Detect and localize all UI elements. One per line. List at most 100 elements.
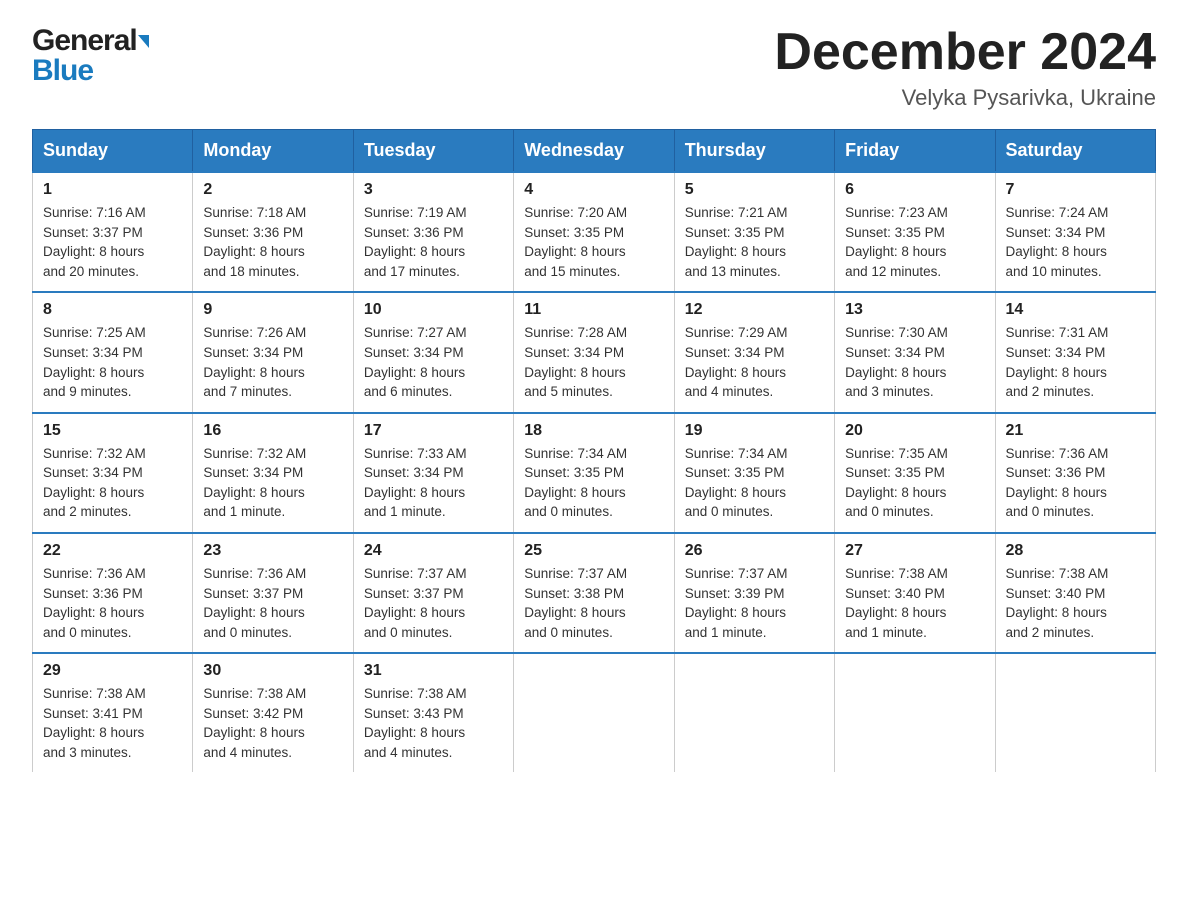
day-info-13: Sunrise: 7:30 AM Sunset: 3:34 PM Dayligh… [845,323,984,401]
day-cell-9: 9Sunrise: 7:26 AM Sunset: 3:34 PM Daylig… [193,292,353,412]
week-row-5: 29Sunrise: 7:38 AM Sunset: 3:41 PM Dayli… [33,653,1156,772]
page-header: General Blue December 2024 Velyka Pysari… [32,24,1156,111]
logo: General Blue [32,24,149,88]
day-info-30: Sunrise: 7:38 AM Sunset: 3:42 PM Dayligh… [203,684,342,762]
day-info-10: Sunrise: 7:27 AM Sunset: 3:34 PM Dayligh… [364,323,503,401]
day-cell-4: 4Sunrise: 7:20 AM Sunset: 3:35 PM Daylig… [514,172,674,292]
day-info-6: Sunrise: 7:23 AM Sunset: 3:35 PM Dayligh… [845,203,984,281]
header-sunday: Sunday [33,130,193,173]
day-info-15: Sunrise: 7:32 AM Sunset: 3:34 PM Dayligh… [43,444,182,522]
day-info-18: Sunrise: 7:34 AM Sunset: 3:35 PM Dayligh… [524,444,663,522]
day-cell-1: 1 Sunrise: 7:16 AM Sunset: 3:37 PM Daylig… [33,172,193,292]
logo-arrow-icon [138,35,149,48]
week-row-2: 8 Sunrise: 7:25 AM Sunset: 3:34 PM Daylig… [33,292,1156,412]
header-wednesday: Wednesday [514,130,674,173]
empty-cell-w5d5 [835,653,995,772]
day-cell-20: 20 Sunrise: 7:35 AM Sunset: 3:35 PM Dayli… [835,413,995,533]
day-number-13: 13 [845,301,984,319]
day-number-11: 11 [524,301,663,319]
day-cell-10: 10Sunrise: 7:27 AM Sunset: 3:34 PM Dayli… [353,292,513,412]
day-number-24: 24 [364,542,503,560]
day-info-22: Sunrise: 7:36 AM Sunset: 3:36 PM Dayligh… [43,564,182,642]
day-number-2: 2 [203,181,342,199]
day-number-27: 27 [845,542,984,560]
day-info-11: Sunrise: 7:28 AM Sunset: 3:34 PM Dayligh… [524,323,663,401]
day-number-1: 1 [43,181,182,199]
location: Velyka Pysarivka, Ukraine [774,85,1156,111]
day-info-16: Sunrise: 7:32 AM Sunset: 3:34 PM Dayligh… [203,444,342,522]
day-info-29: Sunrise: 7:38 AM Sunset: 3:41 PM Dayligh… [43,684,182,762]
day-info-28: Sunrise: 7:38 AM Sunset: 3:40 PM Dayligh… [1006,564,1145,642]
empty-cell-w5d3 [514,653,674,772]
week-row-1: 1 Sunrise: 7:16 AM Sunset: 3:37 PM Daylig… [33,172,1156,292]
day-number-28: 28 [1006,542,1145,560]
week-row-3: 15Sunrise: 7:32 AM Sunset: 3:34 PM Dayli… [33,413,1156,533]
day-info-2: Sunrise: 7:18 AM Sunset: 3:36 PM Dayligh… [203,203,342,281]
day-info-12: Sunrise: 7:29 AM Sunset: 3:34 PM Dayligh… [685,323,824,401]
day-cell-31: 31 Sunrise: 7:38 AM Sunset: 3:43 PM Dayli… [353,653,513,772]
day-number-3: 3 [364,181,503,199]
day-number-31: 31 [364,662,503,680]
day-info-1: Sunrise: 7:16 AM Sunset: 3:37 PM Dayligh… [43,203,182,281]
day-info-19: Sunrise: 7:34 AM Sunset: 3:35 PM Dayligh… [685,444,824,522]
day-info-8: Sunrise: 7:25 AM Sunset: 3:34 PM Dayligh… [43,323,182,401]
day-cell-30: 30 Sunrise: 7:38 AM Sunset: 3:42 PM Dayli… [193,653,353,772]
day-cell-16: 16Sunrise: 7:32 AM Sunset: 3:34 PM Dayli… [193,413,353,533]
header-saturday: Saturday [995,130,1155,173]
day-cell-7: 7 Sunrise: 7:24 AM Sunset: 3:34 PM Daylig… [995,172,1155,292]
day-number-18: 18 [524,422,663,440]
month-title: December 2024 [774,24,1156,81]
calendar-table: SundayMondayTuesdayWednesdayThursdayFrid… [32,129,1156,772]
day-info-27: Sunrise: 7:38 AM Sunset: 3:40 PM Dayligh… [845,564,984,642]
empty-cell-w5d6 [995,653,1155,772]
empty-cell-w5d4 [674,653,834,772]
day-cell-11: 11 Sunrise: 7:28 AM Sunset: 3:34 PM Dayli… [514,292,674,412]
day-cell-5: 5Sunrise: 7:21 AM Sunset: 3:35 PM Daylig… [674,172,834,292]
day-number-6: 6 [845,181,984,199]
day-info-20: Sunrise: 7:35 AM Sunset: 3:35 PM Dayligh… [845,444,984,522]
day-cell-23: 23 Sunrise: 7:36 AM Sunset: 3:37 PM Dayli… [193,533,353,653]
day-number-23: 23 [203,542,342,560]
day-cell-25: 25Sunrise: 7:37 AM Sunset: 3:38 PM Dayli… [514,533,674,653]
title-block: December 2024 Velyka Pysarivka, Ukraine [774,24,1156,111]
day-cell-12: 12 Sunrise: 7:29 AM Sunset: 3:34 PM Dayli… [674,292,834,412]
day-number-4: 4 [524,181,663,199]
day-number-19: 19 [685,422,824,440]
day-number-12: 12 [685,301,824,319]
day-cell-8: 8 Sunrise: 7:25 AM Sunset: 3:34 PM Daylig… [33,292,193,412]
day-number-8: 8 [43,301,182,319]
weekday-header-row: SundayMondayTuesdayWednesdayThursdayFrid… [33,130,1156,173]
day-info-23: Sunrise: 7:36 AM Sunset: 3:37 PM Dayligh… [203,564,342,642]
day-cell-29: 29Sunrise: 7:38 AM Sunset: 3:41 PM Dayli… [33,653,193,772]
day-cell-13: 13 Sunrise: 7:30 AM Sunset: 3:34 PM Dayli… [835,292,995,412]
day-cell-6: 6 Sunrise: 7:23 AM Sunset: 3:35 PM Daylig… [835,172,995,292]
day-info-21: Sunrise: 7:36 AM Sunset: 3:36 PM Dayligh… [1006,444,1145,522]
day-info-31: Sunrise: 7:38 AM Sunset: 3:43 PM Dayligh… [364,684,503,762]
day-cell-26: 26Sunrise: 7:37 AM Sunset: 3:39 PM Dayli… [674,533,834,653]
day-info-3: Sunrise: 7:19 AM Sunset: 3:36 PM Dayligh… [364,203,503,281]
day-cell-18: 18 Sunrise: 7:34 AM Sunset: 3:35 PM Dayli… [514,413,674,533]
day-info-9: Sunrise: 7:26 AM Sunset: 3:34 PM Dayligh… [203,323,342,401]
day-info-14: Sunrise: 7:31 AM Sunset: 3:34 PM Dayligh… [1006,323,1145,401]
day-cell-27: 27 Sunrise: 7:38 AM Sunset: 3:40 PM Dayli… [835,533,995,653]
day-number-25: 25 [524,542,663,560]
day-number-30: 30 [203,662,342,680]
day-cell-14: 14Sunrise: 7:31 AM Sunset: 3:34 PM Dayli… [995,292,1155,412]
day-number-7: 7 [1006,181,1145,199]
logo-line1: General [32,24,149,58]
day-number-5: 5 [685,181,824,199]
header-monday: Monday [193,130,353,173]
day-cell-21: 21Sunrise: 7:36 AM Sunset: 3:36 PM Dayli… [995,413,1155,533]
day-cell-2: 2 Sunrise: 7:18 AM Sunset: 3:36 PM Daylig… [193,172,353,292]
day-info-7: Sunrise: 7:24 AM Sunset: 3:34 PM Dayligh… [1006,203,1145,281]
day-number-22: 22 [43,542,182,560]
day-cell-3: 3 Sunrise: 7:19 AM Sunset: 3:36 PM Daylig… [353,172,513,292]
week-row-4: 22 Sunrise: 7:36 AM Sunset: 3:36 PM Dayli… [33,533,1156,653]
day-number-17: 17 [364,422,503,440]
day-cell-15: 15Sunrise: 7:32 AM Sunset: 3:34 PM Dayli… [33,413,193,533]
day-cell-28: 28 Sunrise: 7:38 AM Sunset: 3:40 PM Dayli… [995,533,1155,653]
header-thursday: Thursday [674,130,834,173]
day-number-20: 20 [845,422,984,440]
day-cell-22: 22 Sunrise: 7:36 AM Sunset: 3:36 PM Dayli… [33,533,193,653]
day-number-26: 26 [685,542,824,560]
